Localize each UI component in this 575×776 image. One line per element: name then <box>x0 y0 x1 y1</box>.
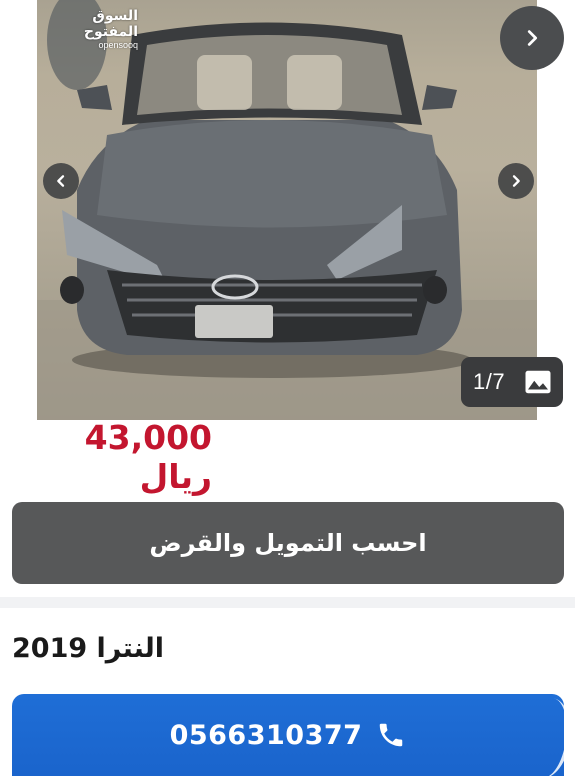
chevron-right-icon <box>512 175 520 187</box>
photo-counter[interactable]: 1/7 <box>461 357 563 407</box>
next-ad-button[interactable] <box>500 6 564 70</box>
previous-photo-button[interactable] <box>43 163 79 199</box>
call-seller-button[interactable]: 0566310377 <box>12 694 564 776</box>
chevron-left-icon <box>57 175 65 187</box>
price: 43,000 ريال <box>84 418 212 496</box>
phone-icon <box>380 723 403 747</box>
watermark-english: opensooq <box>98 40 138 50</box>
section-divider <box>0 597 575 608</box>
image-gallery[interactable]: السوق المفتوح opensooq 1/7 <box>0 0 575 420</box>
opensooq-watermark: السوق المفتوح opensooq <box>52 8 138 51</box>
car-image <box>37 0 537 420</box>
photo-counter-text: 1/7 <box>473 369 506 394</box>
button-shine <box>520 695 564 776</box>
chevron-right-icon <box>527 30 538 46</box>
phone-number: 0566310377 <box>169 719 363 751</box>
calculate-finance-button[interactable]: احسب التمويل والقرض <box>12 502 564 584</box>
watermark-arabic: السوق المفتوح <box>83 8 138 40</box>
next-photo-button[interactable] <box>498 163 534 199</box>
image-icon <box>525 370 551 394</box>
car-photo[interactable] <box>37 0 537 420</box>
listing-title: النترا 2019 <box>12 632 165 664</box>
